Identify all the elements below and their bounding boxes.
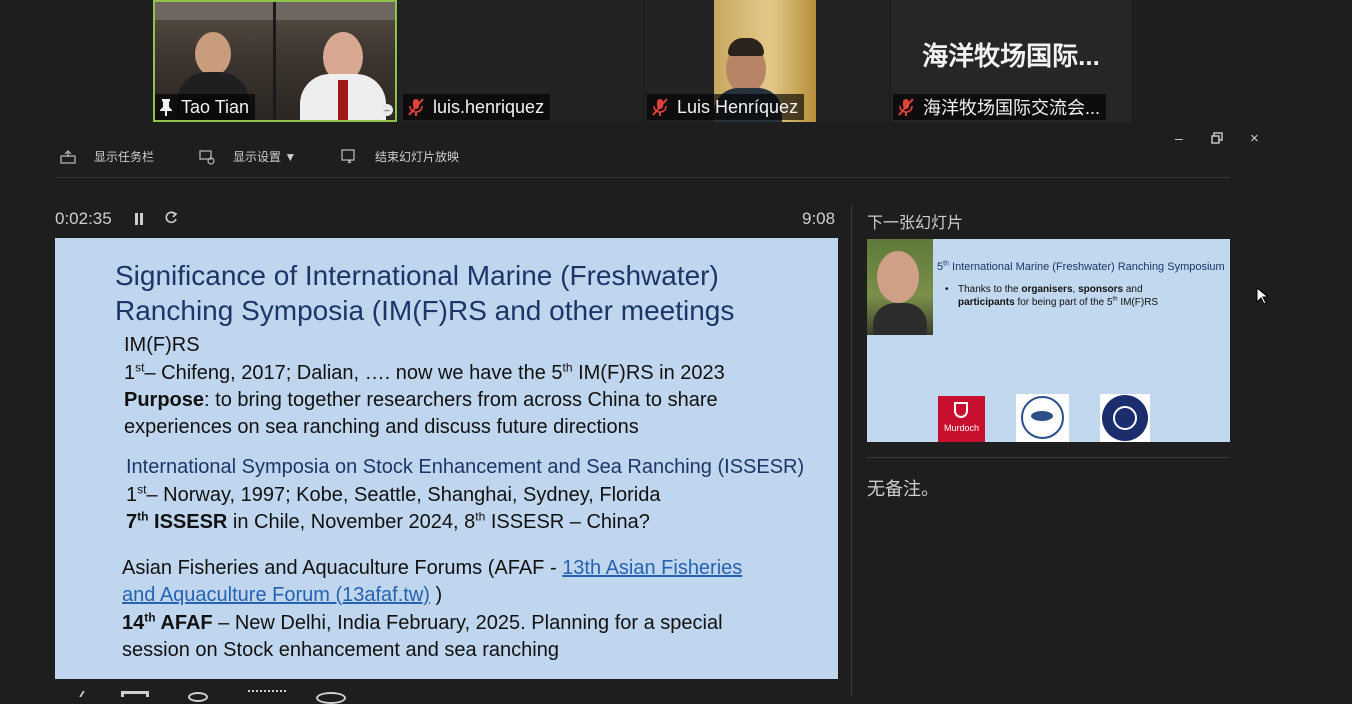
- participant-placeholder-name: 海洋牧场国际...: [922, 41, 1100, 71]
- minimize-icon[interactable]: –: [1175, 130, 1183, 146]
- issesr-heading: International Symposia on Stock Enhancem…: [126, 456, 805, 478]
- current-slide[interactable]: Significance of International Marine (Fr…: [55, 238, 838, 679]
- next-slide-bullet: • Thanks to the organisers, sponsors and…: [945, 284, 1159, 308]
- subtitle-icon[interactable]: [248, 690, 286, 696]
- participant-name: luis.henriquez: [433, 96, 545, 117]
- participant-name-bar: luis.henriquez: [403, 94, 551, 120]
- imfrs-line: 1st– Chifeng, 2017; Dalian, …. now we ha…: [124, 360, 725, 384]
- next-slide-label: 下一张幻灯片: [867, 215, 964, 232]
- clock-time: 9:08: [802, 209, 836, 228]
- video-tile-conference[interactable]: 海洋牧场国际... 海洋牧场国际交流会...: [891, 0, 1131, 122]
- afaf-line-2: and Aquaculture Forum (13afaf.tw) ): [122, 584, 443, 606]
- slide-title: Significance of International Marine (Fr…: [115, 258, 815, 328]
- display-settings-label: 显示设置 ▼: [233, 150, 297, 164]
- video-tile-tao-tian[interactable]: Tao Tian –: [153, 0, 397, 122]
- taskbar-icon: [60, 149, 76, 164]
- purpose-line-2: experiences on sea ranching and discuss …: [124, 416, 639, 438]
- mic-muted-icon: [651, 97, 669, 117]
- afaf-link[interactable]: 13th Asian Fisheries: [562, 557, 742, 579]
- grid-view-icon[interactable]: [121, 691, 149, 697]
- participant-name: 海洋牧场国际交流会...: [923, 98, 1101, 118]
- afaf-line-3: 14th AFAF – New Delhi, India February, 2…: [122, 610, 723, 634]
- participant-name: Luis Henríquez: [677, 96, 799, 117]
- reset-timer-icon[interactable]: [164, 211, 178, 230]
- slide-title-line-1: Significance of International Marine (Fr…: [115, 260, 719, 291]
- murdoch-logo: Murdoch: [938, 396, 985, 442]
- display-settings-icon: [199, 149, 215, 165]
- pause-icon[interactable]: [134, 212, 144, 230]
- video-tile-luis-henriquez-1[interactable]: luis.henriquez: [399, 0, 643, 122]
- afaf-line-1: Asian Fisheries and Aquaculture Forums (…: [122, 557, 743, 579]
- next-slide-title: 5th International Marine (Freshwater) Ra…: [937, 260, 1225, 273]
- speaker-photo: [867, 239, 933, 335]
- slide-title-line-2: Ranching Symposia (IM(F)RS and other mee…: [115, 295, 735, 326]
- video-tile-luis-henriquez-2[interactable]: Luis Henríquez: [645, 0, 889, 122]
- restore-icon[interactable]: [1211, 131, 1223, 147]
- end-slideshow-icon: [341, 148, 355, 163]
- speaker-notes: 无备注。: [867, 479, 939, 499]
- pen-icon[interactable]: [79, 691, 93, 697]
- notes-divider: [867, 457, 1230, 458]
- participant-name-bar: Luis Henríquez: [647, 94, 805, 120]
- participant-name: Tao Tian: [181, 96, 250, 117]
- end-slideshow-button[interactable]: 结束幻灯片放映: [341, 148, 459, 165]
- mouse-cursor-icon: [1256, 286, 1270, 310]
- issesr-line-2: 7th ISSESR in Chile, November 2024, 8th …: [126, 509, 650, 533]
- mic-muted-icon: [407, 97, 425, 117]
- show-taskbar-button[interactable]: 显示任务栏: [60, 148, 154, 165]
- display-settings-button[interactable]: 显示设置 ▼: [199, 148, 296, 165]
- imfrs-heading: IM(F)RS: [124, 334, 200, 356]
- afaf-line-4: session on Stock enhancement and sea ran…: [122, 639, 559, 661]
- end-slideshow-label: 结束幻灯片放映: [375, 150, 460, 164]
- fisheries-society-logo: [1016, 394, 1069, 442]
- participant-name-bar: Tao Tian: [155, 94, 256, 120]
- university-seal-logo: [1100, 394, 1150, 442]
- next-slide-preview[interactable]: 5th International Marine (Freshwater) Ra…: [867, 239, 1230, 442]
- afaf-link-continued[interactable]: and Aquaculture Forum (13afaf.tw): [122, 584, 430, 606]
- toolbar-divider: [55, 177, 1230, 178]
- elapsed-timer: 0:02:35: [55, 209, 112, 228]
- show-taskbar-label: 显示任务栏: [94, 150, 155, 164]
- panel-divider: [851, 205, 852, 697]
- more-icon[interactable]: [316, 692, 346, 704]
- more-options-icon[interactable]: –: [381, 104, 393, 116]
- zoom-icon[interactable]: [188, 692, 208, 702]
- mic-muted-icon: [897, 97, 915, 117]
- pin-icon: [159, 98, 173, 116]
- participant-name-bar: 海洋牧场国际交流会...: [893, 94, 1107, 120]
- issesr-line-1: 1st– Norway, 1997; Kobe, Seattle, Shangh…: [126, 482, 661, 506]
- purpose-line-1: Purpose: to bring together researchers f…: [124, 389, 718, 411]
- close-icon[interactable]: ×: [1250, 130, 1259, 147]
- bottom-toolbar: [55, 689, 355, 704]
